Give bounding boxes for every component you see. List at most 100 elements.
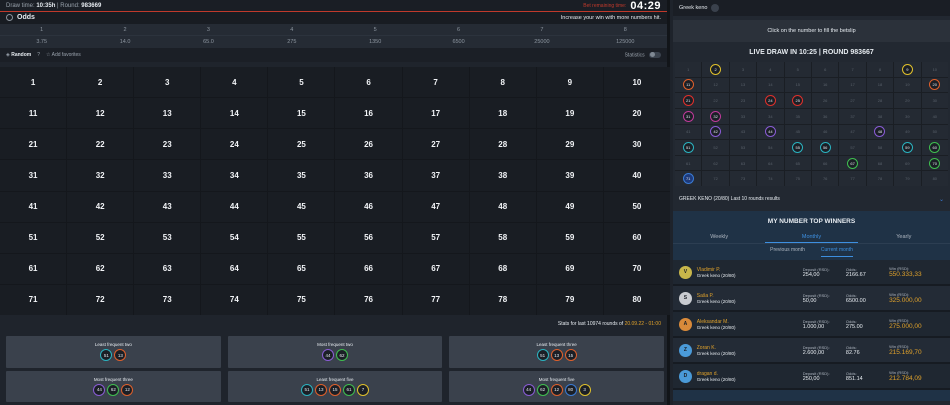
number-cell[interactable]: 11 xyxy=(0,98,67,129)
draw-cell[interactable]: 57 xyxy=(839,140,866,155)
number-cell[interactable]: 20 xyxy=(603,98,670,129)
draw-cell[interactable]: 27 xyxy=(839,93,866,108)
number-cell[interactable]: 46 xyxy=(335,191,402,222)
draw-cell[interactable]: 77 xyxy=(839,171,866,186)
draw-cell[interactable]: 73 xyxy=(729,171,757,186)
number-cell[interactable]: 76 xyxy=(335,284,402,315)
tab-weekly[interactable]: Weekly xyxy=(673,231,765,243)
help-icon[interactable]: ? xyxy=(37,52,40,58)
number-cell[interactable]: 38 xyxy=(469,160,536,191)
draw-cell[interactable]: 48 xyxy=(866,124,894,140)
statistics-toggle[interactable] xyxy=(649,51,661,58)
number-cell[interactable]: 59 xyxy=(536,222,603,253)
number-cell[interactable]: 60 xyxy=(603,222,670,253)
frequency-card[interactable]: Least frequent two 51 13 xyxy=(6,336,221,368)
number-cell[interactable]: 41 xyxy=(0,191,67,222)
number-cell[interactable]: 69 xyxy=(536,253,603,284)
draw-cell[interactable]: 14 xyxy=(757,77,784,93)
number-cell[interactable]: 43 xyxy=(134,191,201,222)
draw-cell[interactable]: 31 xyxy=(675,108,702,124)
number-cell[interactable]: 71 xyxy=(0,284,67,315)
draw-cell[interactable]: 21 xyxy=(675,93,702,108)
number-cell[interactable]: 44 xyxy=(201,191,268,222)
number-cell[interactable]: 62 xyxy=(67,253,134,284)
draw-cell[interactable]: 59 xyxy=(894,140,921,155)
number-cell[interactable]: 74 xyxy=(201,284,268,315)
draw-cell[interactable]: 19 xyxy=(894,77,921,93)
draw-cell[interactable]: 28 xyxy=(866,93,894,108)
number-cell[interactable]: 36 xyxy=(335,160,402,191)
draw-cell[interactable]: 18 xyxy=(866,77,894,93)
draw-cell[interactable]: 56 xyxy=(811,140,839,155)
draw-cell[interactable]: 76 xyxy=(811,171,839,186)
draw-cell[interactable]: 37 xyxy=(839,108,866,124)
draw-cell[interactable]: 45 xyxy=(784,124,811,140)
number-cell[interactable]: 47 xyxy=(402,191,469,222)
number-cell[interactable]: 68 xyxy=(469,253,536,284)
number-cell[interactable]: 64 xyxy=(201,253,268,284)
draw-cell[interactable]: 23 xyxy=(729,93,757,108)
number-cell[interactable]: 42 xyxy=(67,191,134,222)
draw-cell[interactable]: 1 xyxy=(675,62,702,77)
draw-cell[interactable]: 32 xyxy=(702,108,729,124)
number-cell[interactable]: 22 xyxy=(67,129,134,160)
draw-cell[interactable]: 63 xyxy=(729,155,757,171)
number-cell[interactable]: 26 xyxy=(335,129,402,160)
draw-cell[interactable]: 75 xyxy=(784,171,811,186)
number-cell[interactable]: 7 xyxy=(402,67,469,98)
draw-cell[interactable]: 50 xyxy=(921,124,948,140)
draw-cell[interactable]: 7 xyxy=(839,62,866,77)
draw-cell[interactable]: 29 xyxy=(894,93,921,108)
draw-cell[interactable]: 43 xyxy=(729,124,757,140)
draw-cell[interactable]: 68 xyxy=(866,155,894,171)
number-cell[interactable]: 67 xyxy=(402,253,469,284)
number-cell[interactable]: 33 xyxy=(134,160,201,191)
number-cell[interactable]: 28 xyxy=(469,129,536,160)
frequency-card[interactable]: Most frequent five 44 62 12 80 3 xyxy=(449,370,664,402)
frequency-card[interactable]: Least frequent three 51 13 15 xyxy=(449,336,664,368)
draw-cell[interactable]: 33 xyxy=(729,108,757,124)
number-cell[interactable]: 48 xyxy=(469,191,536,222)
number-cell[interactable]: 8 xyxy=(469,67,536,98)
number-cell[interactable]: 15 xyxy=(268,98,335,129)
number-cell[interactable]: 70 xyxy=(603,253,670,284)
number-cell[interactable]: 9 xyxy=(536,67,603,98)
draw-cell[interactable]: 9 xyxy=(894,62,921,77)
draw-cell[interactable]: 49 xyxy=(894,124,921,140)
number-cell[interactable]: 57 xyxy=(402,222,469,253)
number-cell[interactable]: 73 xyxy=(134,284,201,315)
draw-cell[interactable]: 10 xyxy=(921,62,948,77)
number-cell[interactable]: 29 xyxy=(536,129,603,160)
draw-cell[interactable]: 22 xyxy=(702,93,729,108)
number-cell[interactable]: 21 xyxy=(0,129,67,160)
draw-cell[interactable]: 38 xyxy=(866,108,894,124)
draw-cell[interactable]: 53 xyxy=(729,140,757,155)
number-cell[interactable]: 14 xyxy=(201,98,268,129)
number-cell[interactable]: 50 xyxy=(603,191,670,222)
odds-header[interactable]: Odds Increase your win with more numbers… xyxy=(0,11,667,24)
number-cell[interactable]: 49 xyxy=(536,191,603,222)
draw-cell[interactable]: 35 xyxy=(784,108,811,124)
draw-cell[interactable]: 34 xyxy=(757,108,784,124)
draw-cell[interactable]: 72 xyxy=(702,171,729,186)
number-cell[interactable]: 25 xyxy=(268,129,335,160)
number-cell[interactable]: 3 xyxy=(134,67,201,98)
draw-cell[interactable]: 41 xyxy=(675,124,702,140)
number-cell[interactable]: 35 xyxy=(268,160,335,191)
number-cell[interactable]: 13 xyxy=(134,98,201,129)
number-cell[interactable]: 55 xyxy=(268,222,335,253)
draw-cell[interactable]: 24 xyxy=(757,93,784,108)
draw-cell[interactable]: 2 xyxy=(702,62,729,77)
number-cell[interactable]: 4 xyxy=(201,67,268,98)
draw-cell[interactable]: 30 xyxy=(921,93,948,108)
draw-cell[interactable]: 66 xyxy=(811,155,839,171)
number-cell[interactable]: 39 xyxy=(536,160,603,191)
draw-cell[interactable]: 20 xyxy=(921,77,948,93)
number-cell[interactable]: 18 xyxy=(469,98,536,129)
draw-cell[interactable]: 40 xyxy=(921,108,948,124)
number-cell[interactable]: 12 xyxy=(67,98,134,129)
draw-cell[interactable]: 5 xyxy=(784,62,811,77)
number-cell[interactable]: 52 xyxy=(67,222,134,253)
draw-cell[interactable]: 61 xyxy=(675,155,702,171)
draw-cell[interactable]: 15 xyxy=(784,77,811,93)
